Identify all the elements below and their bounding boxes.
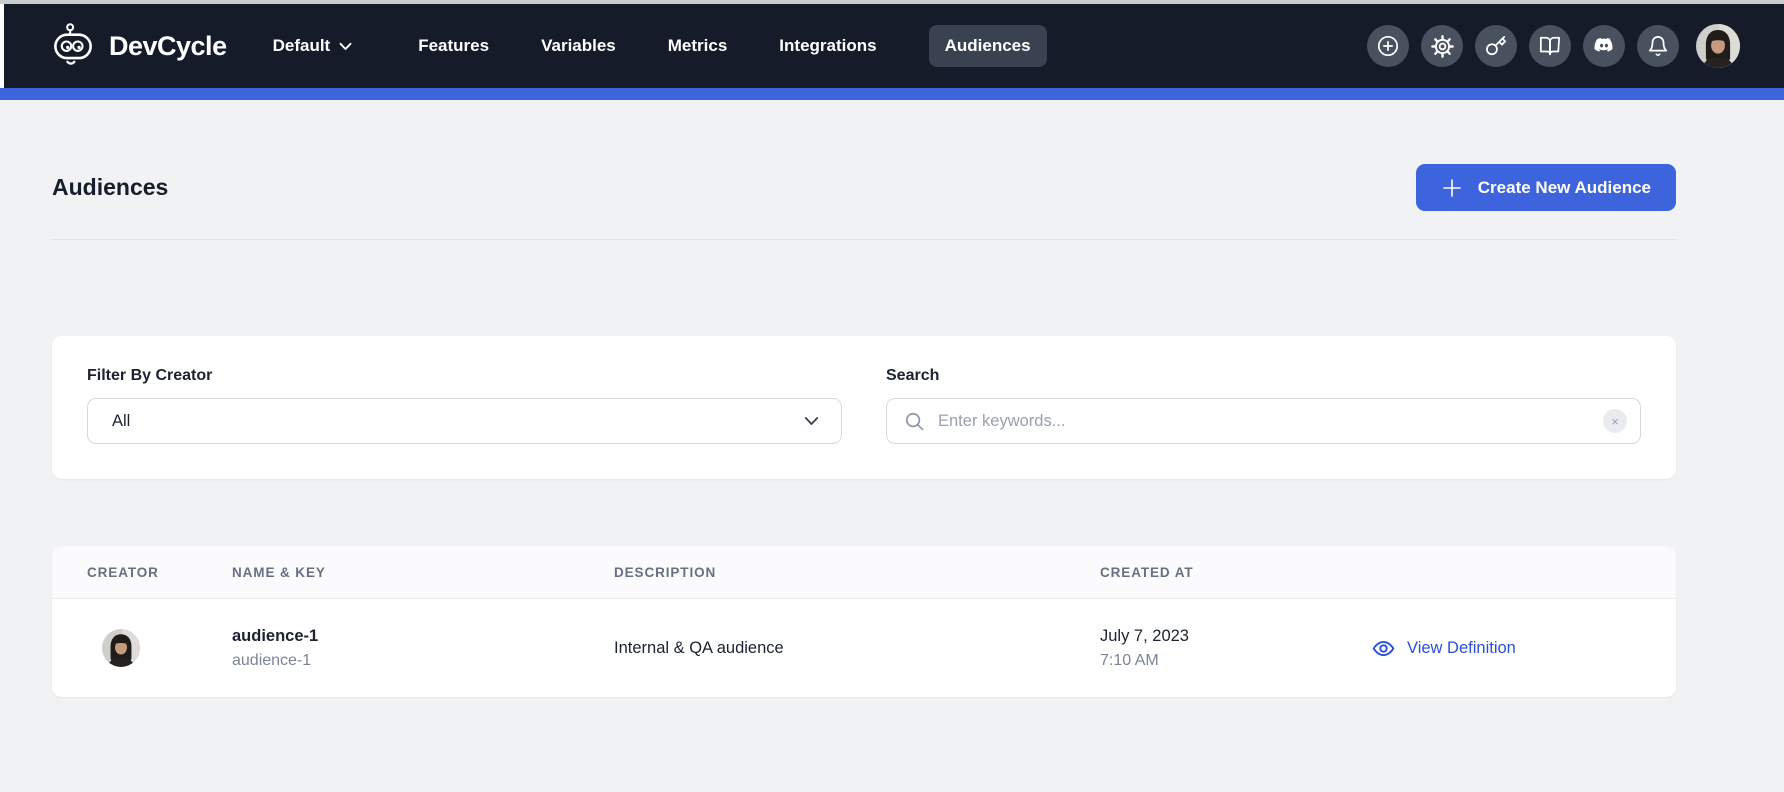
nav-tab-integrations[interactable]: Integrations (779, 36, 876, 56)
created-time: 7:10 AM (1100, 652, 1372, 670)
key-icon (1485, 35, 1507, 57)
accent-bar (0, 88, 1784, 100)
plus-icon (1441, 177, 1463, 199)
created-date: July 7, 2023 (1100, 627, 1372, 646)
chevron-down-icon (339, 42, 352, 51)
create-new-audience-button[interactable]: Create New Audience (1416, 164, 1676, 211)
chevron-down-icon (804, 416, 819, 426)
filter-card: Filter By Creator All Search (52, 336, 1676, 479)
audience-name: audience-1 (232, 627, 614, 646)
column-header-creator: CREATOR (87, 565, 232, 580)
search-icon (904, 411, 925, 432)
table-header-row: CREATOR NAME & KEY DESCRIPTION CREATED A… (52, 546, 1676, 599)
bell-icon (1647, 35, 1669, 57)
navbar-actions (1367, 24, 1740, 68)
create-new-audience-label: Create New Audience (1478, 178, 1651, 198)
add-button[interactable] (1367, 25, 1409, 67)
brand-name: DevCycle (109, 31, 227, 62)
nav-tab-variables[interactable]: Variables (541, 36, 616, 56)
page-title: Audiences (52, 174, 168, 201)
name-key-cell: audience-1 audience-1 (232, 627, 614, 670)
discord-icon (1592, 34, 1616, 58)
discord-button[interactable] (1583, 25, 1625, 67)
column-header-name-key: NAME & KEY (232, 565, 614, 580)
clear-search-button[interactable]: × (1603, 409, 1627, 433)
notifications-button[interactable] (1637, 25, 1679, 67)
creator-cell (87, 629, 232, 667)
devcycle-brand[interactable]: DevCycle (50, 21, 227, 71)
audience-description: Internal & QA audience (614, 639, 1100, 658)
search-box: × (886, 398, 1641, 444)
creator-avatar (102, 629, 140, 667)
creator-filter-label: Filter By Creator (87, 367, 842, 385)
page-header: Audiences Create New Audience (52, 164, 1676, 211)
actions-cell: View Definition (1372, 637, 1641, 660)
top-navbar: DevCycle Default Features Variables Metr… (0, 4, 1784, 88)
created-at-cell: July 7, 2023 7:10 AM (1100, 627, 1372, 670)
eye-icon (1372, 637, 1395, 660)
project-selector-value: Default (273, 36, 331, 56)
nav-tab-audiences[interactable]: Audiences (929, 25, 1047, 67)
title-divider (52, 239, 1676, 240)
api-keys-button[interactable] (1475, 25, 1517, 67)
creator-filter: Filter By Creator All (87, 367, 842, 444)
audiences-page: Audiences Create New Audience Filter By … (52, 100, 1676, 697)
docs-button[interactable] (1529, 25, 1571, 67)
audiences-table: CREATOR NAME & KEY DESCRIPTION CREATED A… (52, 546, 1676, 697)
view-definition-label: View Definition (1407, 639, 1516, 658)
user-avatar[interactable] (1696, 24, 1740, 68)
nav-tab-features[interactable]: Features (418, 36, 489, 56)
column-header-description: DESCRIPTION (614, 565, 1100, 580)
creator-filter-value: All (112, 412, 130, 431)
search-input[interactable] (938, 412, 1590, 431)
creator-filter-select[interactable]: All (87, 398, 842, 444)
devcycle-logo-icon (50, 21, 96, 71)
gear-icon (1431, 35, 1454, 58)
column-header-created-at: CREATED AT (1100, 565, 1372, 580)
plus-circle-icon (1376, 34, 1400, 58)
view-definition-link[interactable]: View Definition (1372, 637, 1641, 660)
table-row[interactable]: audience-1 audience-1 Internal & QA audi… (52, 599, 1676, 697)
settings-button[interactable] (1421, 25, 1463, 67)
search-filter: Search × (886, 367, 1641, 444)
primary-nav: Features Variables Metrics Integrations … (418, 36, 1030, 56)
nav-tab-metrics[interactable]: Metrics (668, 36, 728, 56)
project-selector[interactable]: Default (273, 36, 353, 56)
book-icon (1539, 35, 1561, 57)
search-label: Search (886, 367, 1641, 385)
close-icon: × (1611, 415, 1619, 428)
audience-key: audience-1 (232, 652, 614, 670)
